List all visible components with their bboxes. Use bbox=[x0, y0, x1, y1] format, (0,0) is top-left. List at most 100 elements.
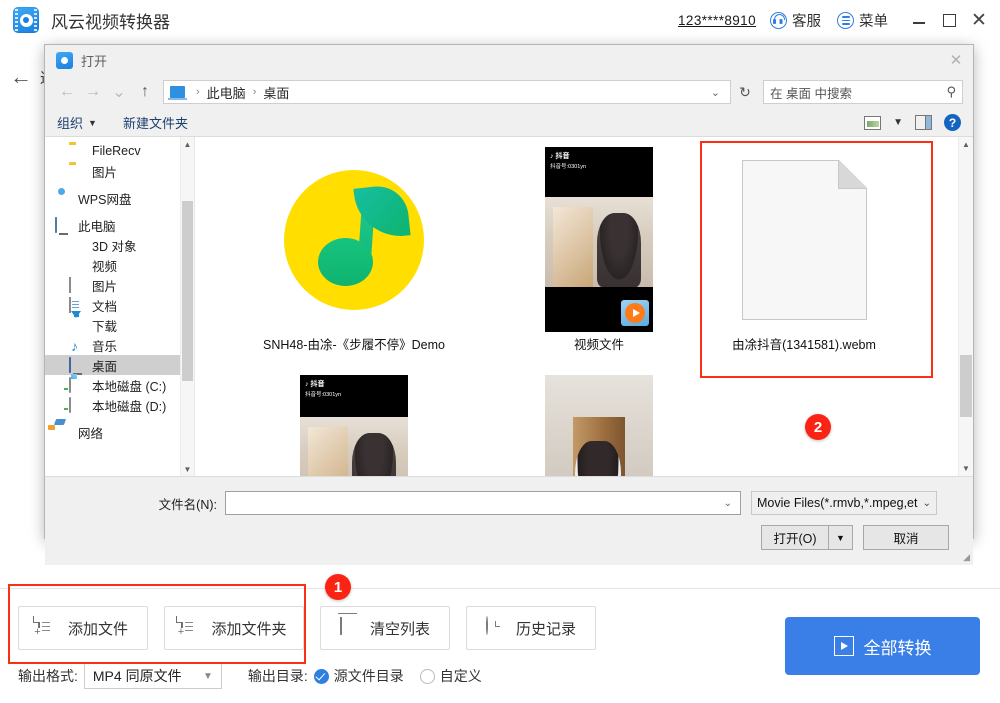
folder-icon bbox=[69, 144, 85, 158]
sidebar-item-pictures-fav[interactable]: 图片 bbox=[45, 161, 194, 181]
view-mode-icon[interactable] bbox=[864, 115, 882, 130]
headset-icon bbox=[770, 11, 787, 29]
menu-button[interactable]: 菜单 bbox=[837, 10, 888, 31]
trash-icon bbox=[339, 617, 360, 639]
sidebar-label: WPS网盘 bbox=[78, 192, 132, 207]
close-button[interactable]: ✕ bbox=[964, 0, 994, 40]
menu-label: 菜单 bbox=[859, 13, 888, 30]
sidebar-label: 下载 bbox=[92, 319, 118, 334]
open-split-button: 打开(O) ▼ bbox=[761, 525, 853, 550]
radio-custom-dir[interactable] bbox=[419, 668, 435, 684]
scrollbar-thumb[interactable] bbox=[182, 201, 193, 381]
refresh-icon[interactable]: ↻ bbox=[733, 80, 757, 104]
organize-button[interactable]: 组织 ▼ bbox=[57, 113, 97, 132]
document-icon bbox=[69, 297, 85, 313]
chevron-down-icon: ⌄ bbox=[922, 497, 931, 509]
breadcrumb-dropdown-icon[interactable]: ⌄ bbox=[705, 86, 726, 99]
picture-icon bbox=[69, 277, 85, 293]
breadcrumb-item-0[interactable]: 此电脑 bbox=[207, 83, 246, 102]
scroll-down-icon[interactable]: ▼ bbox=[181, 462, 194, 476]
nav-recent-icon[interactable]: ⌄ bbox=[107, 80, 131, 104]
sidebar-item-3d-objects[interactable]: 3D 对象 bbox=[45, 235, 194, 255]
scrollbar-thumb[interactable] bbox=[960, 355, 972, 417]
file-list-scrollbar[interactable]: ▲ ▼ bbox=[958, 137, 973, 476]
sidebar-item-filerecv[interactable]: FileRecv bbox=[45, 141, 194, 161]
video-thumbnail: ♪ 抖音抖音号:365yn bbox=[539, 375, 659, 476]
file-item[interactable]: ♪ 抖音 抖音号:0301yn bbox=[209, 371, 499, 476]
back-arrow-icon[interactable]: ← bbox=[10, 66, 32, 88]
dialog-close-button[interactable]: ✕ bbox=[939, 45, 973, 75]
help-icon[interactable]: ? bbox=[944, 114, 961, 131]
file-grid: SNH48-由凃-《步履不停》Demo ♪ 抖音抖音号:0301yn 视频文件 bbox=[195, 137, 973, 476]
scroll-up-icon[interactable]: ▲ bbox=[959, 137, 973, 152]
qq-music-icon bbox=[254, 147, 454, 332]
sidebar-item-desktop[interactable]: 桌面 bbox=[45, 355, 194, 375]
sidebar-item-pictures[interactable]: 图片 bbox=[45, 275, 194, 295]
search-placeholder: 在 桌面 中搜索 bbox=[770, 86, 852, 101]
dialog-command-row: 组织 ▼ 新建文件夹 ▼ ? bbox=[45, 109, 973, 137]
annotation-badge-2: 2 bbox=[805, 414, 831, 440]
resize-grip-icon[interactable]: ◢ bbox=[963, 552, 970, 563]
file-name: 视频文件 bbox=[573, 338, 624, 352]
titlebar-right-group: 123****8910 客服 菜单 ✕ bbox=[678, 0, 1000, 40]
nav-up-icon[interactable]: ↑ bbox=[133, 80, 157, 104]
sidebar-item-this-pc[interactable]: 此电脑 bbox=[45, 215, 194, 235]
sidebar-item-documents[interactable]: 文档 bbox=[45, 295, 194, 315]
convert-all-label: 全部转换 bbox=[863, 638, 932, 658]
convert-all-button[interactable]: 全部转换 bbox=[785, 617, 980, 675]
sidebar-label: 视频 bbox=[92, 259, 118, 274]
file-item[interactable]: ♪ 抖音 抖音号:0301yn 视频文件 bbox=[499, 143, 699, 371]
file-item[interactable]: 由凃抖音(1341581).webm bbox=[699, 143, 909, 371]
add-file-button[interactable]: + 添加文件 bbox=[18, 606, 148, 650]
open-dropdown-icon[interactable]: ▼ bbox=[829, 525, 853, 550]
sidebar-item-wps-cloud[interactable]: WPS网盘 bbox=[45, 188, 194, 208]
clear-list-button[interactable]: 清空列表 bbox=[320, 606, 450, 650]
download-icon bbox=[69, 311, 85, 332]
radio-source-dir-label[interactable]: 源文件目录 bbox=[334, 666, 404, 686]
breadcrumb-item-1[interactable]: 桌面 bbox=[263, 83, 289, 102]
chevron-down-icon[interactable]: ⌄ bbox=[720, 498, 736, 509]
sidebar-item-local-disk-c[interactable]: 本地磁盘 (C:) bbox=[45, 375, 194, 395]
file-type-filter-select[interactable]: Movie Files(*.rmvb,*.mpeg,et ⌄ bbox=[751, 491, 937, 515]
new-folder-button[interactable]: 新建文件夹 bbox=[123, 113, 188, 132]
preview-pane-icon[interactable] bbox=[915, 115, 932, 130]
minimize-button[interactable] bbox=[904, 0, 934, 40]
breadcrumb[interactable]: › 此电脑 › 桌面 ⌄ bbox=[163, 80, 731, 104]
chevron-down-icon: ▼ bbox=[202, 670, 213, 682]
sidebar-item-local-disk-d[interactable]: 本地磁盘 (D:) bbox=[45, 395, 194, 415]
nav-forward-icon[interactable]: → bbox=[81, 80, 105, 104]
add-folder-button[interactable]: + 添加文件夹 bbox=[164, 606, 304, 650]
scroll-down-icon[interactable]: ▼ bbox=[959, 461, 973, 476]
dialog-view-controls: ▼ ? bbox=[864, 114, 961, 131]
annotation-badge-1: 1 bbox=[325, 574, 351, 600]
filename-input[interactable]: ⌄ bbox=[225, 491, 741, 515]
support-button[interactable]: 客服 bbox=[770, 10, 821, 31]
sidebar-item-network[interactable]: 网络 bbox=[45, 422, 194, 442]
dialog-app-icon bbox=[56, 51, 73, 69]
open-button[interactable]: 打开(O) bbox=[761, 525, 829, 550]
view-mode-caret-icon[interactable]: ▼ bbox=[893, 117, 903, 128]
scroll-up-icon[interactable]: ▲ bbox=[181, 137, 194, 151]
format-select[interactable]: MP4 同原文件 ▼ bbox=[83, 663, 222, 689]
maximize-button[interactable] bbox=[934, 0, 964, 40]
play-icon bbox=[833, 636, 854, 656]
file-item[interactable]: SNH48-由凃-《步履不停》Demo bbox=[209, 143, 499, 371]
radio-custom-dir-label[interactable]: 自定义 bbox=[440, 666, 482, 686]
toolbar-buttons: + 添加文件 + 添加文件夹 清空列表 历史记录 bbox=[18, 606, 596, 650]
sidebar-item-downloads[interactable]: 下载 bbox=[45, 311, 194, 335]
add-file-icon: + bbox=[32, 616, 58, 639]
file-item[interactable]: ♪ 抖音抖音号:365yn bbox=[499, 371, 699, 476]
output-dir-group: 输出目录: 源文件目录 自定义 bbox=[248, 666, 498, 686]
sidebar-label: FileRecv bbox=[92, 144, 141, 158]
cancel-button[interactable]: 取消 bbox=[863, 525, 949, 550]
sidebar-item-videos[interactable]: 视频 bbox=[45, 255, 194, 275]
sidebar-item-music[interactable]: ♪ 音乐 bbox=[45, 335, 194, 355]
account-link[interactable]: 123****8910 bbox=[678, 13, 756, 28]
nav-back-icon[interactable]: ← bbox=[55, 80, 79, 104]
desktop-icon bbox=[69, 357, 85, 373]
radio-source-dir[interactable] bbox=[313, 668, 329, 684]
search-input[interactable]: 在 桌面 中搜索 ⚲ bbox=[763, 80, 963, 104]
history-button[interactable]: 历史记录 bbox=[466, 606, 596, 650]
list-menu-icon bbox=[837, 11, 854, 29]
sidebar-scrollbar[interactable]: ▲ ▼ bbox=[180, 137, 194, 476]
